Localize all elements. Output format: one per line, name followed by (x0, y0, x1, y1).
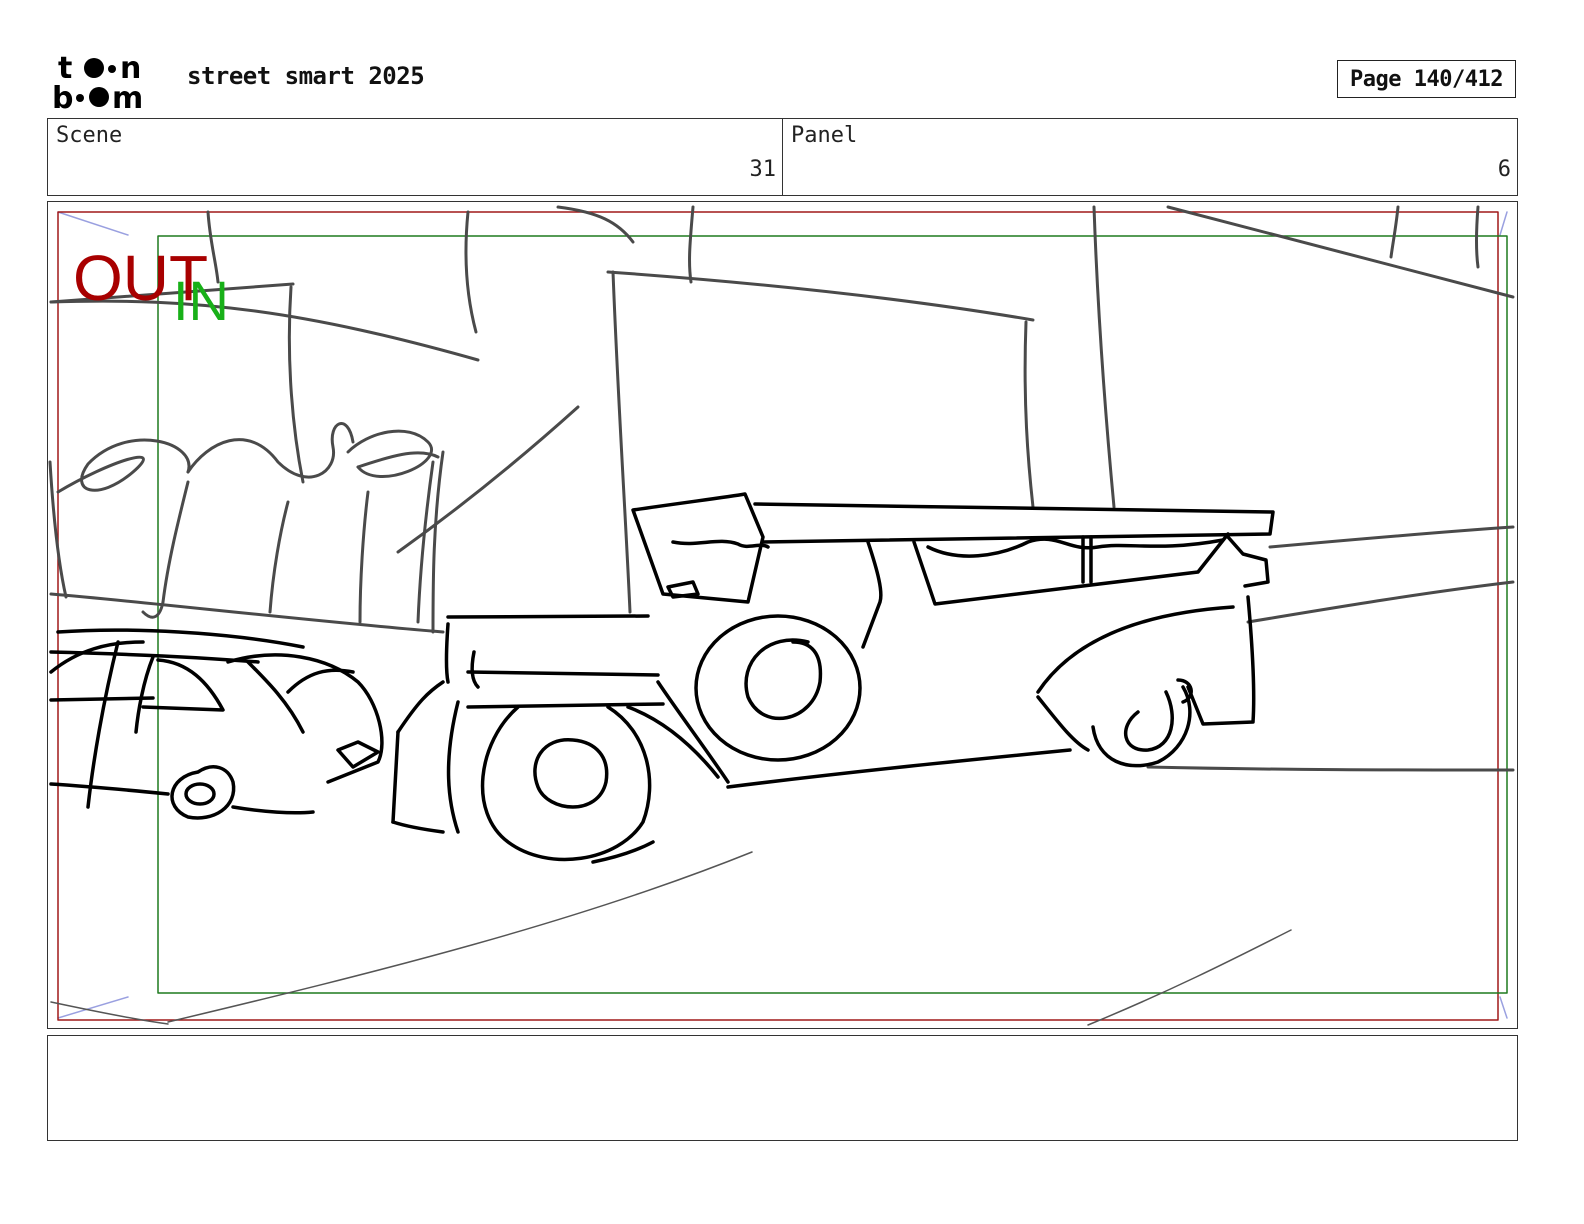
car-sketch (49, 628, 384, 820)
scene-panel-info: Scene 31 Panel 6 (47, 118, 1518, 196)
panel-label: Panel (791, 123, 858, 148)
scene-number: 31 (749, 157, 777, 182)
page-number: Page 140/412 (1337, 60, 1516, 98)
camera-move-line (1499, 211, 1508, 236)
road-lines (50, 851, 1292, 1026)
in-label: IN (173, 269, 229, 332)
panel-cell: Panel 6 (782, 119, 1517, 195)
storyboard-panel: OUT IN (47, 201, 1518, 1029)
panel-number: 6 (1497, 157, 1511, 182)
camera-move-line (1499, 996, 1508, 1019)
panel-sketch: OUT IN (48, 205, 1515, 1026)
truck-sketch (391, 492, 1275, 864)
logo-mark: t n b m (52, 52, 143, 112)
scene-label: Scene (56, 123, 123, 148)
camera-move-line (57, 211, 129, 236)
svg-text:b: b (52, 81, 73, 112)
scene-cell: Scene 31 (48, 119, 782, 195)
svg-text:m: m (112, 81, 143, 112)
project-title: street smart 2025 (187, 62, 425, 90)
toon-boom-logo: t n b m (52, 52, 164, 112)
dialogue-box (47, 1035, 1518, 1141)
